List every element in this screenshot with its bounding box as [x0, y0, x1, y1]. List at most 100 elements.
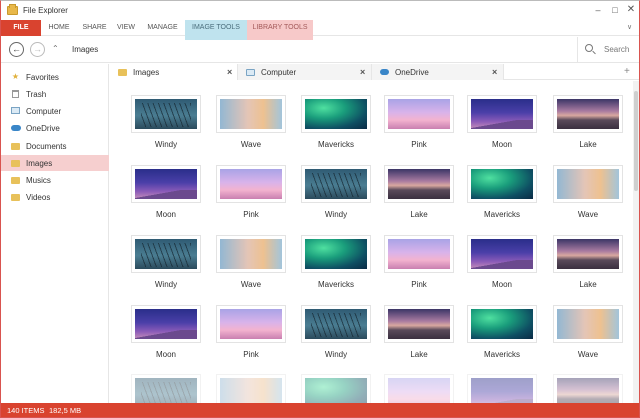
thumbnail-label: Mavericks [317, 280, 354, 289]
sidebar-item-musics[interactable]: Musics [1, 172, 109, 188]
thumbnail-image [305, 239, 367, 269]
folder-icon [11, 194, 20, 201]
thumbnail-frame [216, 305, 286, 343]
file-explorer-window: File Explorer – □ ✕ FILE HOME SHARE VIEW… [0, 0, 640, 418]
thumbnail-frame [131, 305, 201, 343]
tab-images[interactable]: Images × [110, 64, 238, 80]
thumbnail-label: Windy [154, 280, 178, 289]
chevron-down-icon[interactable]: ∨ [627, 23, 632, 31]
title-bar: File Explorer – □ ✕ [1, 1, 639, 20]
sidebar-item-label: Images [26, 159, 53, 168]
thumbnail-frame [553, 165, 623, 203]
sidebar-item-label: Trash [26, 90, 47, 99]
thumbnail-frame [553, 95, 623, 133]
total-size: 182,5 MB [49, 406, 82, 415]
thumbnail-image [135, 378, 197, 403]
thumbnail-image [220, 378, 282, 403]
thumbnail-image [305, 99, 367, 129]
thumbnail-frame [553, 374, 623, 403]
vertical-scrollbar[interactable] [633, 81, 639, 403]
sidebar-item-favorites[interactable]: ★ Favorites [1, 69, 109, 85]
folder-icon [11, 177, 20, 184]
thumbnail-label: Lake [579, 140, 597, 149]
thumbnail-image [305, 378, 367, 403]
sidebar-item-label: Favorites [26, 73, 59, 82]
close-icon[interactable]: × [227, 67, 232, 77]
thumbnail-image [388, 378, 450, 403]
library-tools-highlight [247, 36, 313, 40]
thumbnail-label: Pink [243, 210, 259, 219]
folder-icon [7, 4, 18, 15]
thumbnail-label: Wave [577, 350, 599, 359]
thumbnail-image [471, 309, 533, 339]
thumbnail-label: Pink [243, 350, 259, 359]
maximize-icon[interactable]: □ [608, 3, 622, 17]
address-bar: ← → ⌃ Images Search [1, 37, 639, 63]
thumbnail-frame [301, 165, 371, 203]
search-icon [585, 44, 593, 52]
sidebar-item-videos[interactable]: Videos [1, 189, 109, 205]
up-arrow-icon[interactable]: ⌃ [52, 44, 59, 53]
sidebar-item-documents[interactable]: Documents [1, 138, 109, 154]
sidebar-item-images[interactable]: Images [1, 155, 109, 171]
window-title: File Explorer [23, 6, 68, 15]
scroll-thumb[interactable] [634, 91, 638, 191]
tab-label: OneDrive [395, 68, 429, 77]
tab-image-tools[interactable]: IMAGE TOOLS [185, 20, 247, 36]
thumbnail-image [220, 239, 282, 269]
thumbnail-frame [467, 305, 537, 343]
sidebar-item-trash[interactable]: Trash [1, 86, 109, 102]
tab-file[interactable]: FILE [1, 20, 41, 36]
thumbnail-image [135, 99, 197, 129]
thumbnail-label: Lake [579, 280, 597, 289]
search-placeholder: Search [604, 45, 630, 54]
content-tabs: Images × Computer × OneDrive × + [110, 64, 639, 80]
minimize-icon[interactable]: – [591, 3, 605, 17]
tab-onedrive[interactable]: OneDrive × [372, 64, 504, 80]
thumbnail-image [305, 309, 367, 339]
computer-icon [11, 107, 20, 114]
thumbnail-image [220, 309, 282, 339]
ribbon-tabs: FILE HOME SHARE VIEW MANAGE IMAGE TOOLS … [1, 20, 639, 36]
thumbnail-image [471, 239, 533, 269]
thumbnail-label: Moon [491, 140, 512, 149]
thumbnail-frame [301, 235, 371, 273]
tab-library-tools[interactable]: LIBRARY TOOLS [247, 20, 313, 36]
folder-icon [118, 69, 127, 76]
tab-label: Computer [261, 68, 297, 77]
address-path[interactable]: Images [72, 45, 98, 54]
thumbnail-frame [467, 95, 537, 133]
search-input[interactable]: Search [577, 37, 639, 62]
thumbnail-label: Pink [411, 140, 427, 149]
trash-icon [12, 90, 19, 98]
thumbnail-image [388, 239, 450, 269]
close-icon[interactable]: × [360, 67, 365, 77]
add-tab-icon[interactable]: + [624, 66, 630, 77]
close-icon[interactable]: ✕ [624, 3, 638, 17]
forward-arrow-icon[interactable]: → [30, 42, 45, 57]
thumbnail-image [220, 99, 282, 129]
sidebar-item-onedrive[interactable]: OneDrive [1, 120, 109, 136]
thumbnail-frame [216, 374, 286, 403]
close-icon[interactable]: × [492, 67, 497, 77]
thumbnail-label: Moon [155, 350, 176, 359]
thumbnail-frame [384, 95, 454, 133]
thumbnail-frame [301, 374, 371, 403]
thumbnail-frame [216, 165, 286, 203]
thumbnail-label: Mavericks [317, 140, 354, 149]
back-arrow-icon[interactable]: ← [9, 42, 24, 57]
sidebar-item-computer[interactable]: Computer [1, 103, 109, 119]
status-bar: 140 ITEMS 182,5 MB [1, 403, 639, 417]
sidebar-item-label: Computer [26, 107, 62, 116]
thumbnail-frame [216, 95, 286, 133]
thumbnail-image [305, 169, 367, 199]
tab-home[interactable]: HOME [41, 20, 77, 36]
tab-manage[interactable]: MANAGE [140, 20, 185, 36]
tab-view[interactable]: VIEW [112, 20, 140, 36]
item-count: 140 ITEMS [7, 406, 45, 415]
thumbnail-label: Windy [324, 210, 348, 219]
thumbnail-image [471, 99, 533, 129]
star-icon: ★ [11, 72, 20, 81]
tab-share[interactable]: SHARE [77, 20, 112, 36]
tab-computer[interactable]: Computer × [238, 64, 372, 80]
